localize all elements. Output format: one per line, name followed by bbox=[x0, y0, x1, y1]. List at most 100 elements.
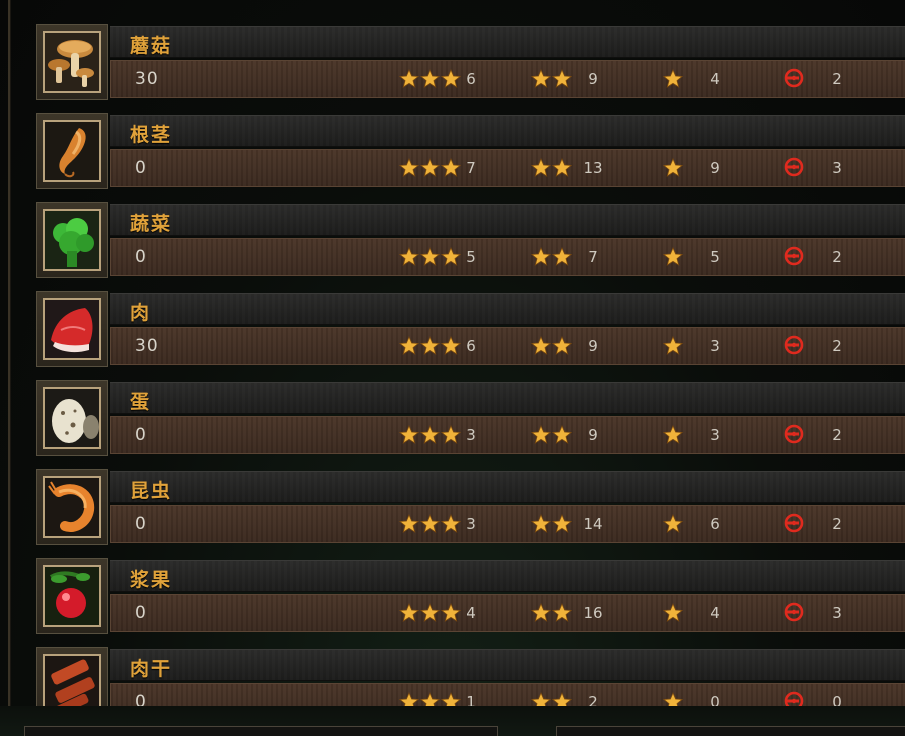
two-star-rating bbox=[531, 690, 573, 706]
red-token-icon bbox=[784, 424, 804, 444]
name-bar: 蔬菜 bbox=[110, 204, 905, 236]
red-token-icon bbox=[784, 602, 804, 622]
one-star-rating bbox=[663, 334, 684, 358]
name-bar: 根茎 bbox=[110, 115, 905, 147]
three-star-value: 1 bbox=[466, 693, 476, 706]
star-icon bbox=[531, 514, 551, 533]
red-token-value: 2 bbox=[832, 426, 842, 444]
star-icon bbox=[420, 514, 440, 533]
name-bar: 蛋 bbox=[110, 382, 905, 414]
star-icon bbox=[552, 336, 572, 355]
ingredient-count: 0 bbox=[135, 692, 147, 706]
stat-bar: 30 6 9 3 2 bbox=[110, 327, 905, 365]
star-icon bbox=[531, 336, 551, 355]
ingredient-icon-frame[interactable] bbox=[36, 24, 108, 100]
stat-bar: 0 5 7 5 2 bbox=[110, 238, 905, 276]
star-icon bbox=[420, 603, 440, 622]
name-bar: 肉 bbox=[110, 293, 905, 325]
red-token-value: 2 bbox=[832, 515, 842, 533]
star-icon bbox=[663, 692, 683, 706]
ingredient-row[interactable]: 蘑菇 30 6 9 4 2 bbox=[36, 24, 905, 102]
ingredient-row[interactable]: 浆果 0 4 16 4 3 bbox=[36, 558, 905, 636]
red-token-value: 2 bbox=[832, 70, 842, 88]
two-star-value: 14 bbox=[583, 515, 603, 533]
star-icon bbox=[552, 603, 572, 622]
star-icon bbox=[663, 247, 683, 266]
stat-bar: 0 7 13 9 3 bbox=[110, 149, 905, 187]
three-star-value: 4 bbox=[466, 604, 476, 622]
star-icon bbox=[663, 336, 683, 355]
star-icon bbox=[399, 158, 419, 177]
name-bar: 蘑菇 bbox=[110, 26, 905, 58]
root-icon bbox=[43, 120, 101, 182]
three-star-value: 6 bbox=[466, 70, 476, 88]
one-star-rating bbox=[663, 423, 684, 447]
two-star-value: 9 bbox=[588, 337, 598, 355]
ingredient-row[interactable]: 蛋 0 3 9 3 2 bbox=[36, 380, 905, 458]
egg-icon bbox=[43, 387, 101, 449]
ingredient-row[interactable]: 昆虫 0 3 14 6 2 bbox=[36, 469, 905, 547]
insect-icon bbox=[43, 476, 101, 538]
ingredient-icon-frame[interactable] bbox=[36, 469, 108, 545]
ingredient-count: 0 bbox=[135, 247, 147, 267]
ingredient-row[interactable]: 肉 30 6 9 3 2 bbox=[36, 291, 905, 369]
ingredient-count: 0 bbox=[135, 603, 147, 623]
star-icon bbox=[552, 425, 572, 444]
one-star-value: 0 bbox=[710, 693, 720, 706]
one-star-rating bbox=[663, 601, 684, 625]
star-icon bbox=[552, 158, 572, 177]
ingredient-name: 蛋 bbox=[130, 391, 152, 413]
star-icon bbox=[420, 336, 440, 355]
star-icon bbox=[531, 247, 551, 266]
ingredient-icon-frame[interactable] bbox=[36, 291, 108, 367]
ingredient-list[interactable]: 蘑菇 30 6 9 4 2 根茎 0 7 13 9 3 蔬菜 0 5 7 5 2 肉 30 6 9 3 2 蛋 0 3 9 3 2 昆虫 0 3… bbox=[36, 24, 905, 706]
bottom-tab-right[interactable] bbox=[556, 726, 905, 736]
ingredient-row[interactable]: 根茎 0 7 13 9 3 bbox=[36, 113, 905, 191]
stat-bar: 0 3 9 3 2 bbox=[110, 416, 905, 454]
two-star-value: 13 bbox=[583, 159, 603, 177]
meat-icon bbox=[43, 298, 101, 360]
ingredient-row[interactable]: 蔬菜 0 5 7 5 2 bbox=[36, 202, 905, 280]
ingredient-icon-frame[interactable] bbox=[36, 202, 108, 278]
ingredient-icon-frame[interactable] bbox=[36, 113, 108, 189]
one-star-value: 3 bbox=[710, 426, 720, 444]
red-token-icon bbox=[784, 157, 804, 177]
ingredient-icon-frame[interactable] bbox=[36, 558, 108, 634]
one-star-value: 4 bbox=[710, 604, 720, 622]
name-bar: 肉干 bbox=[110, 649, 905, 681]
star-icon bbox=[420, 158, 440, 177]
ingredient-row[interactable]: 肉干 0 1 2 0 0 bbox=[36, 647, 905, 706]
red-token-icon bbox=[784, 246, 804, 266]
stat-bar: 0 1 2 0 0 bbox=[110, 683, 905, 706]
two-star-value: 2 bbox=[588, 693, 598, 706]
stat-bar: 0 3 14 6 2 bbox=[110, 505, 905, 543]
star-icon bbox=[399, 247, 419, 266]
star-icon bbox=[663, 603, 683, 622]
star-icon bbox=[531, 425, 551, 444]
star-icon bbox=[531, 158, 551, 177]
two-star-rating bbox=[531, 334, 573, 358]
two-star-value: 9 bbox=[588, 70, 598, 88]
ingredient-name: 昆虫 bbox=[130, 480, 173, 502]
two-star-value: 7 bbox=[588, 248, 598, 266]
star-icon bbox=[552, 692, 572, 706]
star-icon bbox=[531, 603, 551, 622]
ingredient-count: 0 bbox=[135, 425, 147, 445]
red-token-value: 3 bbox=[832, 604, 842, 622]
star-icon bbox=[552, 69, 572, 88]
three-star-value: 7 bbox=[466, 159, 476, 177]
stat-bar: 0 4 16 4 3 bbox=[110, 594, 905, 632]
stat-bar: 30 6 9 4 2 bbox=[110, 60, 905, 98]
vegetable-icon bbox=[43, 209, 101, 271]
ingredient-name: 根茎 bbox=[130, 124, 173, 146]
bottom-tab-left[interactable] bbox=[24, 726, 498, 736]
ingredient-icon-frame[interactable] bbox=[36, 380, 108, 456]
two-star-rating bbox=[531, 423, 573, 447]
ingredient-icon-frame[interactable] bbox=[36, 647, 108, 706]
one-star-rating bbox=[663, 67, 684, 91]
berry-icon bbox=[43, 565, 101, 627]
jerky-icon bbox=[43, 654, 101, 706]
ingredient-list-screen: 蘑菇 30 6 9 4 2 根茎 0 7 13 9 3 蔬菜 0 5 7 5 2 肉 30 6 9 3 2 蛋 0 3 9 3 2 昆虫 0 3… bbox=[0, 0, 905, 736]
two-star-value: 9 bbox=[588, 426, 598, 444]
one-star-rating bbox=[663, 512, 684, 536]
